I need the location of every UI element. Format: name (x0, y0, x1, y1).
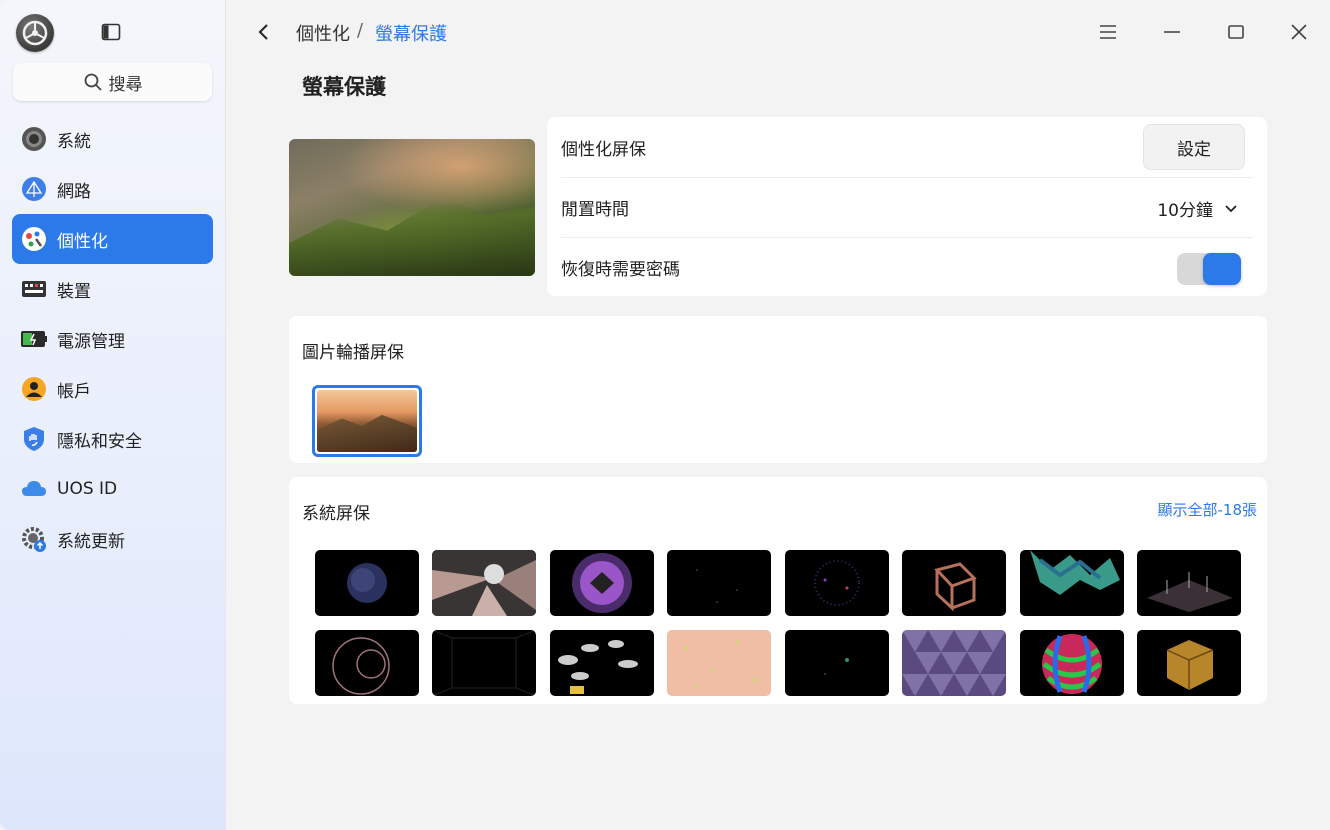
sidebar-item-account[interactable]: 帳戶 (12, 364, 213, 414)
network-icon (20, 175, 48, 203)
settings-window: 搜尋 系統 網路 個性化 裝置 電源管理 帳戶 隱私和安全 UOS ID 系統更… (0, 0, 1330, 830)
chevron-left-icon (258, 24, 268, 40)
hamburger-menu-icon (1100, 25, 1116, 39)
sidebar-item-system[interactable]: 系統 (12, 114, 213, 164)
password-label: 恢復時需要密碼 (561, 260, 680, 280)
update-gear-icon (20, 525, 48, 553)
power-icon (20, 325, 48, 353)
sidebar-item-network[interactable]: 網路 (12, 164, 213, 214)
screensaver-settings-card: 個性化屏保 設定 閒置時間 10分鐘 恢復時需要密碼 (547, 117, 1267, 296)
sidebar-item-label: 個性化 (57, 231, 108, 252)
sidebar: 搜尋 系統 網路 個性化 裝置 電源管理 帳戶 隱私和安全 UOS ID 系統更… (0, 0, 226, 830)
sidebar-item-label: 帳戶 (57, 381, 91, 402)
password-toggle[interactable] (1177, 253, 1241, 285)
maximize-icon (1228, 25, 1244, 39)
account-icon (20, 375, 48, 403)
sidebar-item-label: UOS ID (57, 479, 118, 499)
system-screensavers-card: 系統屏保 顯示全部-18張 (289, 477, 1267, 704)
screensaver-thumbnail[interactable] (432, 550, 536, 616)
sidebar-item-update[interactable]: 系統更新 (12, 514, 213, 564)
screensaver-thumbnail[interactable] (1020, 630, 1124, 696)
chevron-down-icon (1225, 204, 1237, 212)
sidebar-item-label: 電源管理 (57, 331, 125, 352)
breadcrumb-parent[interactable]: 個性化 (296, 20, 350, 46)
search-label: 搜尋 (108, 74, 143, 95)
sidebar-item-privacy[interactable]: 隱私和安全 (12, 414, 213, 464)
sidebar-toggle-icon[interactable] (101, 23, 121, 41)
page-title: 螢幕保護 (302, 75, 386, 99)
sidebar-item-uos-id[interactable]: UOS ID (12, 464, 213, 514)
custom-screensaver-row: 個性化屏保 設定 (561, 117, 1253, 177)
screensaver-thumbnail[interactable] (1137, 550, 1241, 616)
titlebar: 個性化 / 螢幕保護 (227, 0, 1330, 64)
screensaver-thumbnail[interactable] (550, 550, 654, 616)
breadcrumb-separator: / (357, 20, 364, 41)
breadcrumb-current: 螢幕保護 (375, 24, 447, 45)
screensaver-thumbnail[interactable] (667, 550, 771, 616)
screensaver-preview-image (289, 139, 535, 276)
menu-button[interactable] (1096, 20, 1120, 44)
slideshow-thumbnail[interactable] (312, 385, 422, 457)
privacy-shield-icon (20, 425, 48, 453)
system-screensavers-title: 系統屏保 (302, 504, 370, 524)
idle-time-row: 閒置時間 10分鐘 (561, 177, 1253, 237)
screensaver-thumbnail[interactable] (785, 550, 889, 616)
personalization-icon (20, 225, 48, 253)
slideshow-card: 圖片輪播屏保 (289, 316, 1267, 463)
idle-time-value: 10分鐘 (1157, 201, 1213, 221)
sidebar-item-label: 裝置 (57, 281, 91, 302)
control-center-logo-icon[interactable] (16, 14, 54, 52)
slideshow-title: 圖片輪播屏保 (302, 343, 404, 363)
maximize-button[interactable] (1224, 20, 1248, 44)
sidebar-item-label: 系統 (57, 131, 91, 152)
sidebar-nav: 系統 網路 個性化 裝置 電源管理 帳戶 隱私和安全 UOS ID 系統更新 (12, 114, 213, 564)
idle-time-select[interactable]: 10分鐘 (1157, 196, 1239, 221)
search-icon (84, 73, 102, 91)
system-icon (20, 125, 48, 153)
sidebar-item-power[interactable]: 電源管理 (12, 314, 213, 364)
minimize-button[interactable] (1160, 20, 1184, 44)
screensaver-thumbnail[interactable] (550, 630, 654, 696)
sidebar-item-label: 系統更新 (57, 531, 125, 552)
password-row: 恢復時需要密碼 (561, 237, 1253, 297)
show-all-link[interactable]: 顯示全部-18張 (1157, 499, 1257, 520)
settings-button[interactable]: 設定 (1143, 124, 1245, 170)
screensaver-thumbnail[interactable] (315, 630, 419, 696)
main-panel: 個性化 / 螢幕保護 螢幕保護 個性化屏保 設定 閒置時間 10分鐘 恢復時需要… (227, 0, 1330, 830)
screensaver-thumbnail[interactable] (785, 630, 889, 696)
close-button[interactable] (1287, 20, 1311, 44)
cloud-icon (20, 475, 48, 503)
custom-screensaver-label: 個性化屏保 (561, 139, 646, 160)
sidebar-item-personalization[interactable]: 個性化 (12, 214, 213, 264)
sidebar-item-label: 網路 (57, 181, 91, 202)
screensaver-thumbnail[interactable] (1137, 630, 1241, 696)
screensaver-thumbnail[interactable] (667, 630, 771, 696)
close-icon (1291, 24, 1307, 40)
screensaver-thumbnail[interactable] (902, 630, 1006, 696)
sidebar-item-label: 隱私和安全 (57, 431, 142, 452)
screensaver-thumbnail[interactable] (902, 550, 1006, 616)
sidebar-item-device[interactable]: 裝置 (12, 264, 213, 314)
idle-time-label: 閒置時間 (561, 200, 629, 220)
screensaver-thumbnail[interactable] (432, 630, 536, 696)
search-input[interactable]: 搜尋 (13, 63, 212, 101)
screensaver-thumbnail[interactable] (315, 550, 419, 616)
device-icon (20, 275, 48, 303)
back-button[interactable] (252, 20, 276, 44)
minimize-icon (1164, 31, 1180, 33)
screensaver-thumbnail[interactable] (1020, 550, 1124, 616)
